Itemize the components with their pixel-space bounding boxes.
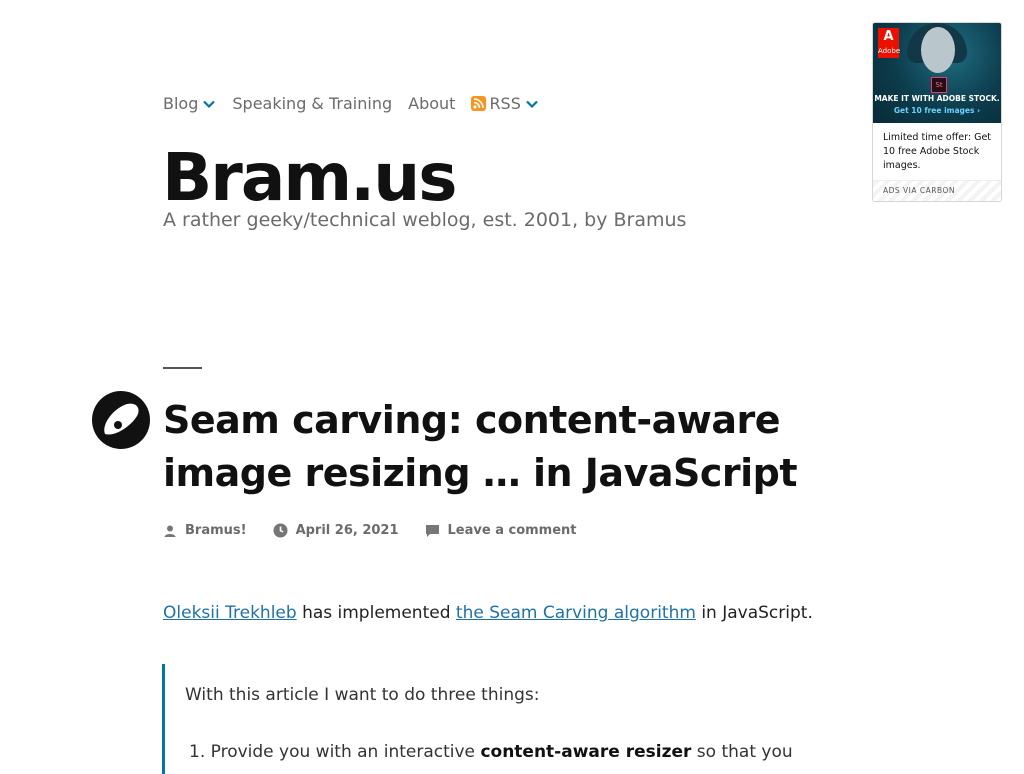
site-tagline: A rather geeky/technical weblog, est. 20…: [163, 209, 687, 231]
nav-item-label: RSS: [489, 94, 521, 113]
post-author[interactable]: Bramus!: [163, 523, 247, 538]
nav-item-rss[interactable]: RSS: [471, 94, 538, 113]
ad-text[interactable]: Limited time offer: Get 10 free Adobe St…: [883, 131, 995, 173]
chevron-down-icon: [203, 100, 216, 108]
ad-image[interactable]: A Adobe St MAKE IT WITH ADOBE STOCK. Get …: [873, 23, 1001, 123]
chevron-down-icon: [526, 100, 538, 108]
adobe-logo: A Adobe: [878, 28, 901, 58]
quote-item-bold: content-aware resizer: [480, 742, 692, 762]
clock-icon: [273, 523, 288, 538]
carbon-ad[interactable]: A Adobe St MAKE IT WITH ADOBE STOCK. Get …: [872, 22, 1002, 202]
post-meta: Bramus! April 26, 2021 Leave a comment: [163, 523, 603, 538]
post-comments[interactable]: Leave a comment: [425, 523, 577, 538]
link-post-icon: [92, 391, 150, 449]
person-icon: [164, 525, 176, 537]
rss-icon: [471, 96, 487, 111]
quote-list-item: 1. Provide you with an interactive conte…: [189, 742, 793, 762]
post-date[interactable]: April 26, 2021: [273, 523, 399, 538]
nav-item-speaking[interactable]: Speaking & Training: [232, 94, 392, 113]
nav-item-label: About: [408, 94, 456, 113]
ad-footer-label: ADS VIA CARBON: [883, 186, 956, 195]
nav-item-blog[interactable]: Blog: [163, 94, 216, 113]
nav-item-about[interactable]: About: [408, 94, 455, 113]
post-author-label: Bramus!: [185, 523, 247, 538]
intro-paragraph: Oleksii Trekhleb has implemented the Sea…: [163, 603, 813, 623]
post-comments-label: Leave a comment: [447, 523, 577, 538]
ad-headline: MAKE IT WITH ADOBE STOCK.: [874, 94, 1000, 103]
nav-item-label: Blog: [163, 94, 199, 113]
ad-brand: Adobe: [878, 47, 901, 55]
ad-image-face: [921, 27, 955, 73]
ad-badge: St: [931, 77, 947, 93]
post-date-label: April 26, 2021: [295, 523, 399, 538]
separator: [163, 367, 202, 369]
intro-text-1: has implemented: [296, 603, 456, 623]
ad-subline: Get 10 free images ›: [893, 106, 981, 115]
quote-item-prefix: 1. Provide you with an interactive: [189, 742, 481, 762]
ad-footer[interactable]: ADS VIA CARBON: [873, 180, 1001, 201]
comment-icon: [425, 524, 439, 537]
blockquote-bar: [162, 664, 165, 774]
site-title[interactable]: Bram.us: [162, 138, 458, 218]
intro-text-2: in JavaScript.: [695, 603, 813, 623]
post-title[interactable]: Seam carving: content-aware image resizi…: [163, 394, 883, 500]
algorithm-link[interactable]: the Seam Carving algorithm: [456, 603, 696, 623]
quote-lead: With this article I want to do three thi…: [185, 685, 540, 705]
nav-item-label: Speaking & Training: [232, 94, 393, 113]
author-link[interactable]: Oleksii Trekhleb: [163, 603, 297, 623]
quote-item-suffix: so that you: [691, 742, 793, 762]
main-nav: Blog Speaking & Training About RSS: [163, 94, 555, 113]
